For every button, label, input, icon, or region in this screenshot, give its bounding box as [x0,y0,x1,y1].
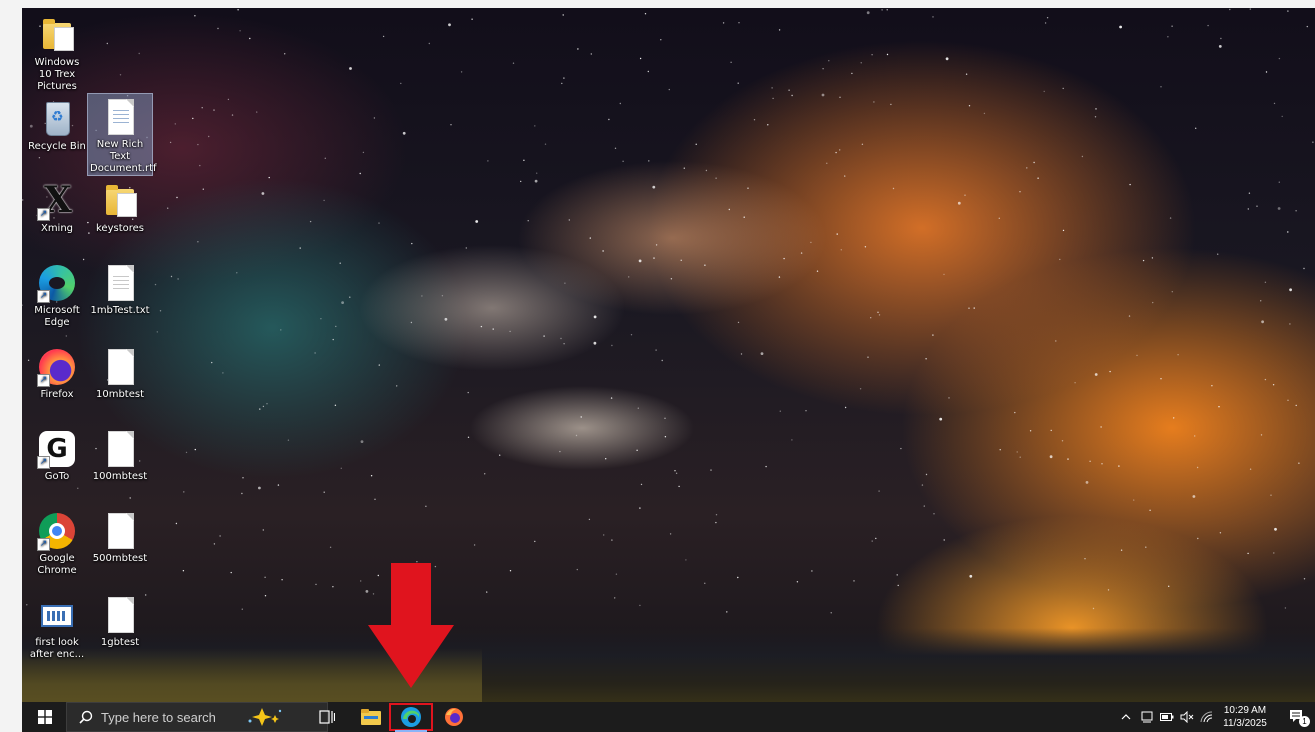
desktop-icon-500mbtest[interactable]: 500mbtest [88,508,152,565]
recycle-bin-icon [46,102,70,136]
shortcut-arrow-icon: ↗ [37,456,50,469]
blank-file-icon [108,513,134,549]
desktop-icon-label: 100mbtest [92,471,148,482]
taskbar-search-box[interactable]: Type here to search [66,702,328,732]
clock[interactable]: 10:29 AM 11/3/2025 [1215,704,1275,730]
network-button[interactable] [1198,702,1216,732]
battery-button[interactable] [1158,702,1176,732]
edge-icon [401,707,421,727]
task-view-icon [319,710,335,724]
show-hidden-icons-button[interactable] [1118,702,1134,732]
text-file-icon [108,265,134,301]
taskbar: Type here to search 10:29 AM 11/3/2025 1 [22,702,1315,732]
desktop-icon-microsoft-edge[interactable]: ↗ Microsoft Edge [25,260,89,329]
meet-now-icon [1141,711,1153,723]
desktop-icon-1mbtest[interactable]: 1mbTest.txt [88,260,152,317]
taskbar-firefox-button[interactable] [439,702,469,732]
desktop-icon-label: 500mbtest [92,553,148,564]
desktop-icon-label: Firefox [40,389,74,400]
rtf-document-icon [108,99,134,135]
action-center-button[interactable]: 1 [1284,702,1310,732]
screenshot-icon [41,605,73,627]
desktop-icon-xming[interactable]: X ↗ Xming [25,178,89,235]
notification-count-badge: 1 [1299,716,1310,727]
desktop-icon-google-chrome[interactable]: ↗ Google Chrome [25,508,89,577]
desktop-icon-label: Microsoft Edge [34,305,80,328]
desktop-icon-label: Recycle Bin [28,141,86,152]
desktop-icon-10mbtest[interactable]: 10mbtest [88,344,152,401]
desktop-icon-100mbtest[interactable]: 100mbtest [88,426,152,483]
desktop-icon-label: 1mbTest.txt [90,305,150,316]
file-explorer-button[interactable] [356,702,386,732]
desktop-icon-label: New Rich Text Document.rtf [90,139,157,174]
shortcut-arrow-icon: ↗ [37,538,50,551]
desktop-icon-label: Xming [40,223,74,234]
shortcut-arrow-icon: ↗ [37,208,50,221]
desktop-icon-label: keystores [95,223,144,234]
desktop-icon-goto[interactable]: G ↗ GoTo [25,426,89,483]
start-icon [38,710,52,724]
starfield-background [22,8,1314,619]
search-placeholder: Type here to search [101,709,216,725]
desktop-icon-firefox[interactable]: ↗ Firefox [25,344,89,401]
desktop-icon-label: first look after enc... [29,637,85,660]
desktop-icon-label: 10mbtest [95,389,145,400]
blank-file-icon [108,349,134,385]
desktop-icon-label: 1gbtest [100,637,140,648]
red-arrow-annotation [368,563,454,688]
copilot-icon [248,708,282,726]
desktop-icon-first-look[interactable]: first look after enc... [25,592,89,661]
desktop-icon-label: Google Chrome [37,553,77,576]
volume-button[interactable] [1178,702,1196,732]
desktop-icon-windows-10-trex-pictures[interactable]: Windows 10 Trex Pictures [25,12,89,93]
blank-file-icon [108,597,134,633]
meet-now-button[interactable] [1138,702,1156,732]
taskbar-edge-button[interactable] [389,703,433,731]
shortcut-arrow-icon: ↗ [37,290,50,303]
chevron-up-icon [1121,714,1131,720]
desktop-icon-label: GoTo [44,471,70,482]
file-explorer-icon [361,709,381,725]
desktop-icon-new-rich-text-document[interactable]: New Rich Text Document.rtf [87,93,157,176]
start-button[interactable] [30,702,60,732]
desktop-icon-recycle-bin[interactable]: Recycle Bin [25,96,89,153]
folder-icon [43,19,74,51]
firefox-icon [445,708,463,726]
desktop-icon-label: Windows 10 Trex Pictures [34,57,80,92]
task-view-button[interactable] [312,702,342,732]
battery-icon [1160,713,1174,721]
shortcut-arrow-icon: ↗ [37,374,50,387]
folder-icon [106,185,137,217]
desktop[interactable]: Windows 10 Trex Pictures Recycle Bin New… [22,8,1315,732]
blank-file-icon [108,431,134,467]
wifi-icon [1200,711,1213,723]
desktop-icon-1gbtest[interactable]: 1gbtest [88,592,152,649]
clock-time: 10:29 AM [1223,705,1267,716]
volume-muted-icon [1180,711,1194,723]
desktop-icon-keystores[interactable]: keystores [88,178,152,235]
clock-date: 11/3/2025 [1223,718,1267,729]
search-icon [79,710,93,724]
